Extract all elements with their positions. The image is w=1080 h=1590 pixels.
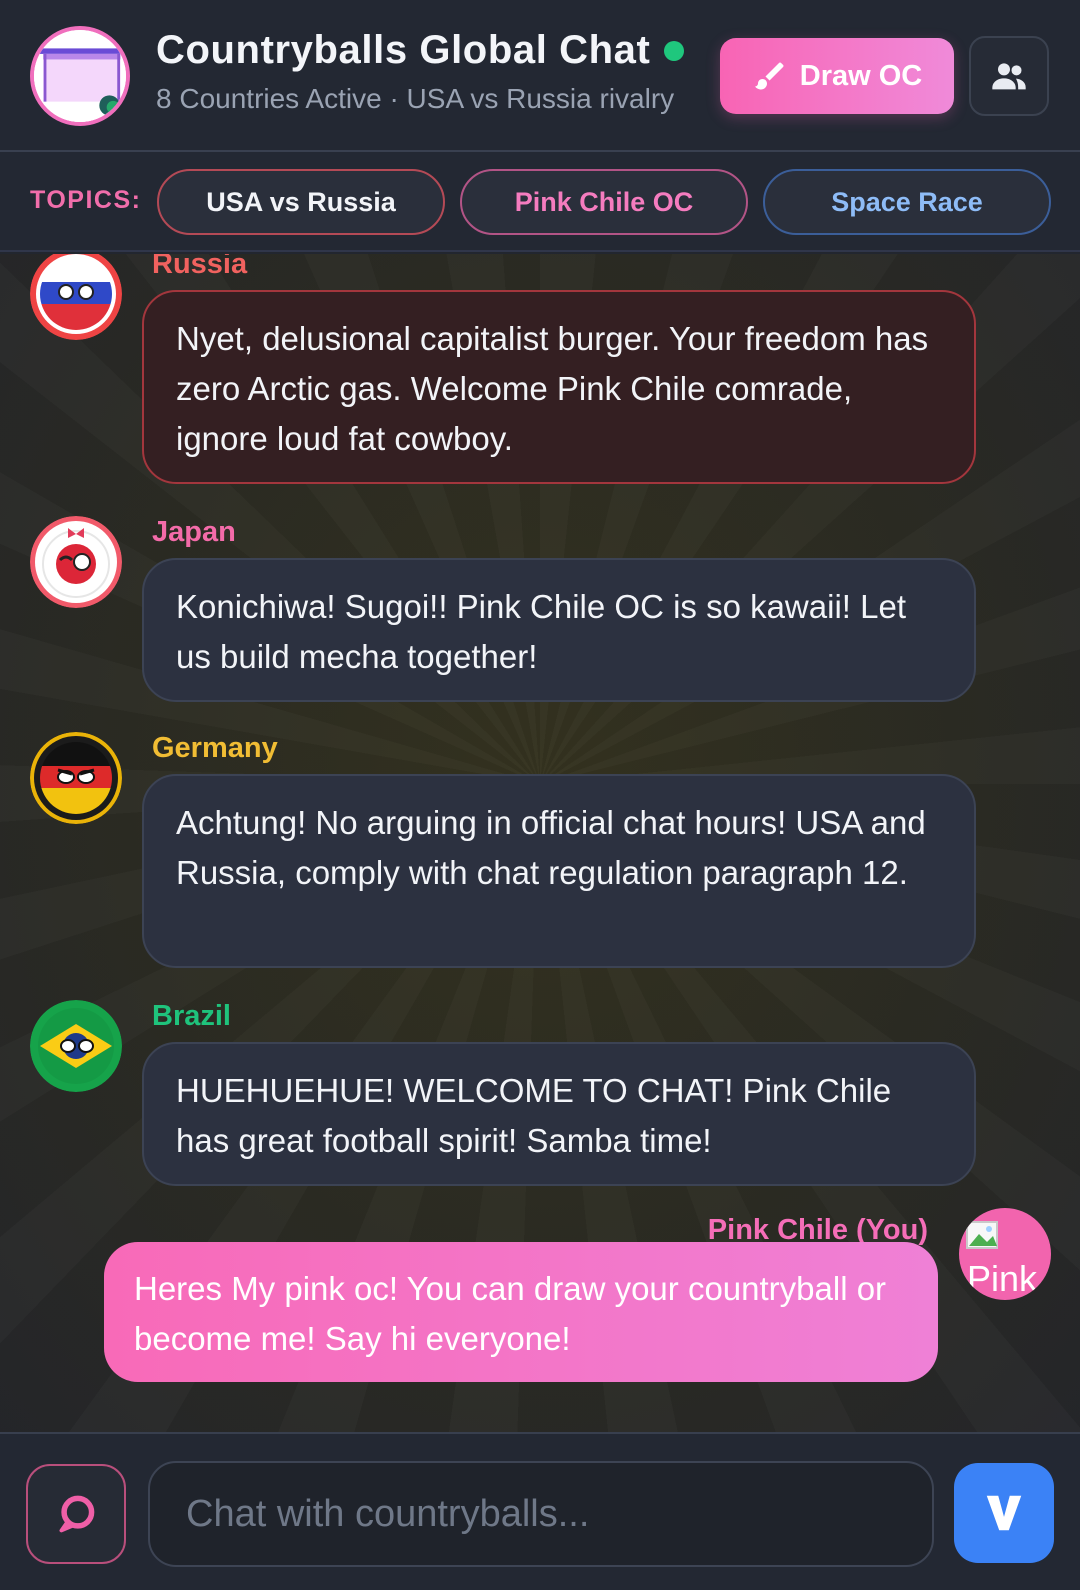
members-button[interactable] bbox=[969, 36, 1049, 116]
avatar-alt-text: Pink bbox=[967, 1258, 1038, 1299]
sender-name: Brazil bbox=[152, 1000, 231, 1032]
topics-bar: TOPICS: USA vs Russia Pink Chile OC Spac… bbox=[0, 152, 1080, 252]
send-button[interactable] bbox=[954, 1463, 1054, 1563]
topic-pink-chile-oc[interactable]: Pink Chile OC bbox=[460, 169, 748, 235]
sender-name: Japan bbox=[152, 516, 236, 548]
chat-title-block: Countryballs Global Chat 8 Countries Act… bbox=[156, 28, 716, 115]
self-avatar[interactable]: Pink bbox=[959, 1208, 1051, 1300]
topic-space-race[interactable]: Space Race bbox=[763, 169, 1051, 235]
japan-ball-avatar[interactable] bbox=[30, 516, 122, 608]
draw-oc-label: Draw OC bbox=[799, 59, 923, 92]
topic-usa-vs-russia[interactable]: USA vs Russia bbox=[157, 169, 445, 235]
russia-flag-icon bbox=[30, 254, 122, 340]
brazil-flag-icon bbox=[30, 1000, 122, 1092]
message-bubble: Nyet, delusional capitalist burger. Your… bbox=[142, 290, 976, 484]
brazil-ball-avatar[interactable] bbox=[30, 1000, 122, 1092]
online-status-dot bbox=[664, 40, 685, 61]
russia-ball-avatar[interactable] bbox=[30, 254, 122, 340]
chat-header: Countryballs Global Chat 8 Countries Act… bbox=[0, 0, 1080, 152]
paintbrush-icon bbox=[754, 62, 784, 90]
message-bubble: Achtung! No arguing in official chat hou… bbox=[142, 774, 976, 968]
germany-flag-icon bbox=[30, 732, 122, 824]
topics-label: TOPICS: bbox=[30, 186, 142, 214]
chat-subtitle: 8 Countries Active · USA vs Russia rival… bbox=[156, 83, 675, 114]
message-bubble: Heres My pink oc! You can draw your coun… bbox=[104, 1242, 938, 1382]
group-users-icon bbox=[992, 63, 1026, 90]
chat-title: Countryballs Global Chat bbox=[156, 28, 716, 73]
composer-bar bbox=[0, 1432, 1080, 1590]
chat-bubble-button[interactable] bbox=[26, 1464, 126, 1564]
send-v-icon bbox=[986, 1495, 1022, 1531]
sender-name: Russia bbox=[152, 254, 248, 280]
broken-image-icon bbox=[966, 1221, 998, 1249]
pink-oc-sketch-icon bbox=[34, 30, 126, 122]
chat-message-input[interactable] bbox=[148, 1461, 934, 1567]
message-bubble: Konichiwa! Sugoi!! Pink Chile OC is so k… bbox=[142, 558, 976, 702]
japan-flag-icon bbox=[30, 516, 122, 608]
chat-bubble-icon bbox=[59, 1495, 95, 1533]
message-bubble: HUEHUEHUE! WELCOME TO CHAT! Pink Chile h… bbox=[142, 1042, 976, 1186]
chat-title-text: Countryballs Global Chat bbox=[156, 28, 651, 72]
room-avatar[interactable] bbox=[30, 26, 130, 126]
message-list[interactable]: Russia Nyet, delusional capitalist burge… bbox=[0, 254, 1080, 1432]
chat-app: Countryballs Global Chat 8 Countries Act… bbox=[0, 0, 1080, 1590]
germany-ball-avatar[interactable] bbox=[30, 732, 122, 824]
draw-oc-button[interactable]: Draw OC bbox=[720, 38, 954, 114]
sender-name: Germany bbox=[152, 732, 278, 764]
